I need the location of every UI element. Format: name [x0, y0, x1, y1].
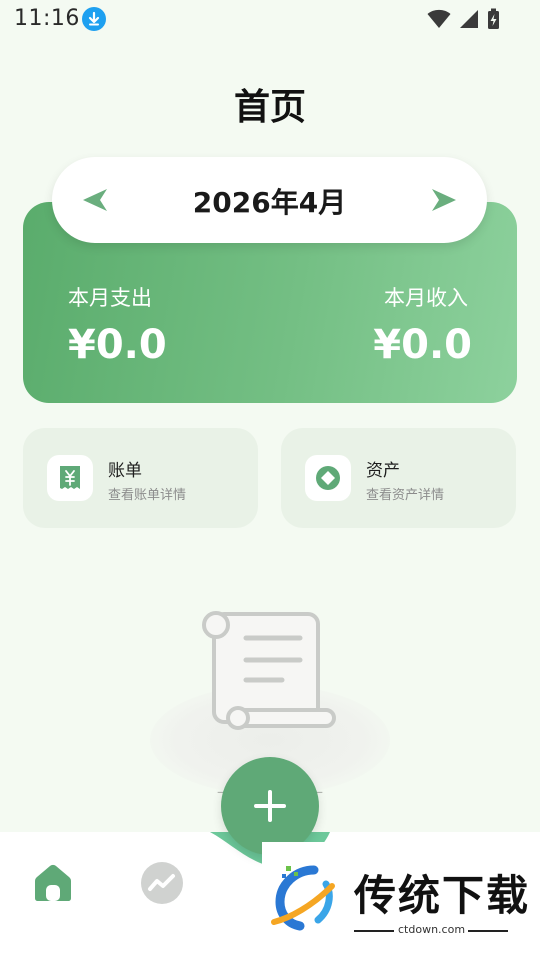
battery-charging-icon	[488, 8, 499, 29]
bill-title: 账单	[108, 461, 142, 481]
arrow-right-icon	[432, 189, 456, 211]
expense-label: 本月支出	[68, 286, 152, 310]
signal-icon	[460, 10, 478, 28]
income-label: 本月收入	[384, 286, 468, 310]
download-notification-icon	[82, 7, 106, 31]
month-selector: 2026年4月	[52, 157, 487, 243]
watermark-title: 传统下载	[354, 871, 531, 920]
bill-icon	[60, 466, 80, 489]
expense-value: ¥0.0	[68, 322, 167, 368]
next-month-button[interactable]	[429, 185, 459, 215]
asset-entry-card[interactable]: 资产 查看资产详情	[281, 428, 516, 528]
scroll-icon	[202, 611, 336, 730]
watermark-logo	[271, 865, 335, 931]
asset-icon	[316, 466, 340, 490]
watermark-divider	[354, 930, 394, 932]
bill-icon-badge	[47, 455, 93, 501]
watermark: 传统下载 ctdown.com	[262, 842, 540, 946]
asset-subtitle: 查看资产详情	[366, 488, 445, 503]
asset-icon-badge	[305, 455, 351, 501]
nav-home[interactable]	[31, 861, 75, 905]
asset-title: 资产	[366, 461, 400, 481]
nav-stats[interactable]	[141, 862, 183, 904]
status-bar: 11:16	[0, 0, 540, 40]
watermark-divider	[468, 930, 508, 932]
watermark-url: ctdown.com	[398, 923, 466, 936]
wifi-icon	[427, 9, 451, 28]
home-icon	[35, 864, 71, 901]
status-time: 11:16	[14, 6, 80, 31]
income-value: ¥0.0	[373, 322, 472, 368]
status-icons	[427, 8, 500, 30]
stats-icon	[148, 874, 175, 891]
bill-subtitle: 查看账单详情	[108, 488, 187, 503]
add-record-button[interactable]	[221, 757, 319, 855]
bill-entry-card[interactable]: 账单 查看账单详情	[23, 428, 258, 528]
month-label: 2026年4月	[192, 186, 347, 219]
page-title: 首页	[233, 87, 306, 128]
